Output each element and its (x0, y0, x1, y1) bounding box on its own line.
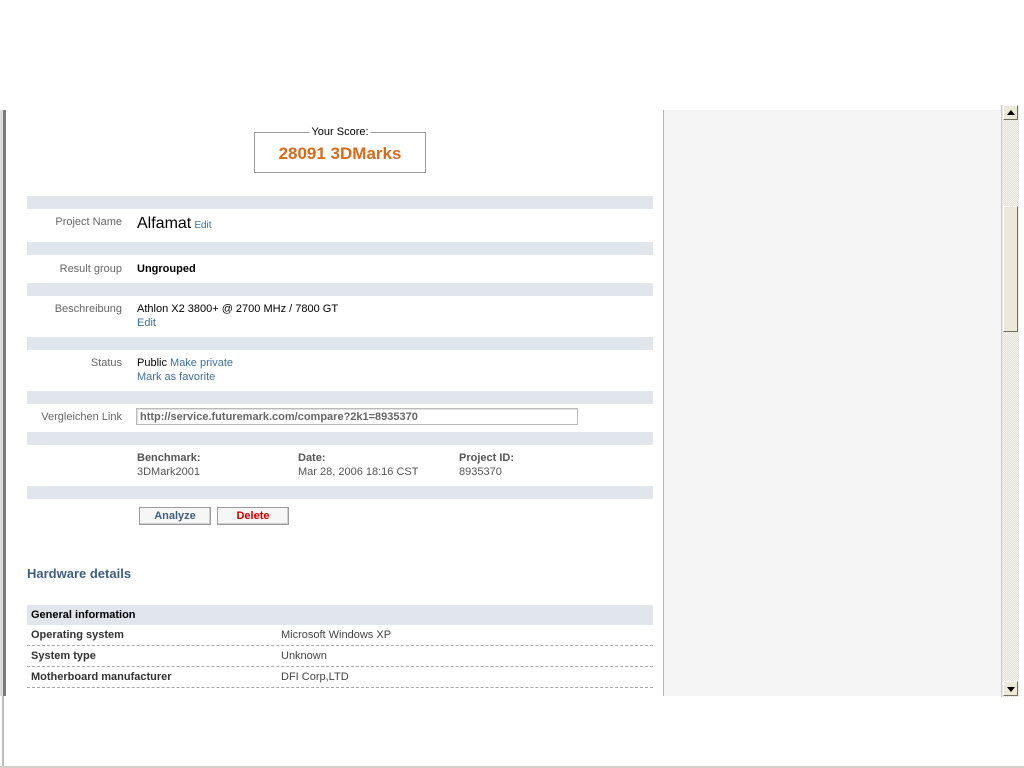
row-separator (27, 283, 653, 296)
score-legend: Your Score: (309, 126, 371, 138)
table-row: Operating system Microsoft Windows XP (27, 625, 653, 646)
hw-key: Operating system (31, 629, 124, 641)
left-border-lower (2, 696, 4, 766)
result-panel: Your Score: 28091 3DMarks Project Name A… (6, 110, 663, 696)
vertical-scrollbar[interactable] (1001, 105, 1019, 697)
benchmark-value: 3DMark2001 (137, 466, 200, 478)
project-name: Alfamat Edit (137, 215, 212, 233)
analyze-button[interactable]: Analyze (139, 507, 211, 525)
edit-description-link[interactable]: Edit (137, 317, 156, 329)
project-id-label: Project ID: (459, 452, 515, 464)
row-separator (27, 391, 653, 404)
hw-value: DFI Corp,LTD (281, 671, 349, 683)
arrow-down-icon (1007, 687, 1015, 692)
hardware-details-heading: Hardware details (27, 566, 132, 581)
description-label: Beschreibung (54, 303, 122, 315)
row-separator (27, 486, 653, 499)
delete-button[interactable]: Delete (217, 507, 289, 525)
date-label: Date: (298, 452, 326, 464)
hw-value: Unknown (281, 650, 327, 662)
mark-favorite-link[interactable]: Mark as favorite (137, 371, 215, 383)
compare-link-label: Vergleichen Link (41, 411, 122, 423)
row-separator (27, 196, 653, 209)
project-name-label: Project Name (55, 216, 122, 228)
right-side-panel (663, 110, 1002, 696)
status-label: Status (90, 357, 122, 369)
table-row: Motherboard manufacturer DFI Corp,LTD (27, 667, 653, 688)
status-row: Public Make private (137, 357, 233, 369)
row-separator (27, 242, 653, 255)
hw-value: Microsoft Windows XP (281, 629, 392, 641)
arrow-up-icon (1007, 110, 1015, 115)
scroll-down-button[interactable] (1003, 681, 1018, 696)
scrollbar-thumb[interactable] (1003, 206, 1018, 332)
general-information-header: General information (27, 605, 653, 625)
project-name-value: Alfamat (137, 215, 192, 232)
row-separator (27, 337, 653, 350)
hw-key: System type (31, 650, 96, 662)
edit-project-name-link[interactable]: Edit (194, 220, 211, 231)
project-id-value: 8935370 (459, 466, 502, 478)
result-group-value: Ungrouped (137, 263, 196, 275)
compare-url-field[interactable]: http://service.futuremark.com/compare?2k… (136, 408, 578, 425)
general-information-label: General information (31, 609, 136, 621)
score-box: Your Score: 28091 3DMarks (254, 126, 426, 173)
result-group-label: Result group (59, 263, 122, 275)
date-value: Mar 28, 2006 18:16 CST (298, 466, 419, 478)
make-private-link[interactable]: Make private (170, 357, 233, 369)
left-window-border (0, 110, 6, 696)
status-value: Public (137, 357, 167, 369)
row-separator (27, 432, 653, 445)
hw-key: Motherboard manufacturer (31, 671, 172, 683)
description-value: Athlon X2 3800+ @ 2700 MHz / 7800 GT (137, 303, 339, 315)
table-row: System type Unknown (27, 646, 653, 667)
benchmark-label: Benchmark: (137, 452, 201, 464)
score-value: 28091 3DMarks (278, 144, 402, 163)
scroll-up-button[interactable] (1003, 105, 1018, 120)
